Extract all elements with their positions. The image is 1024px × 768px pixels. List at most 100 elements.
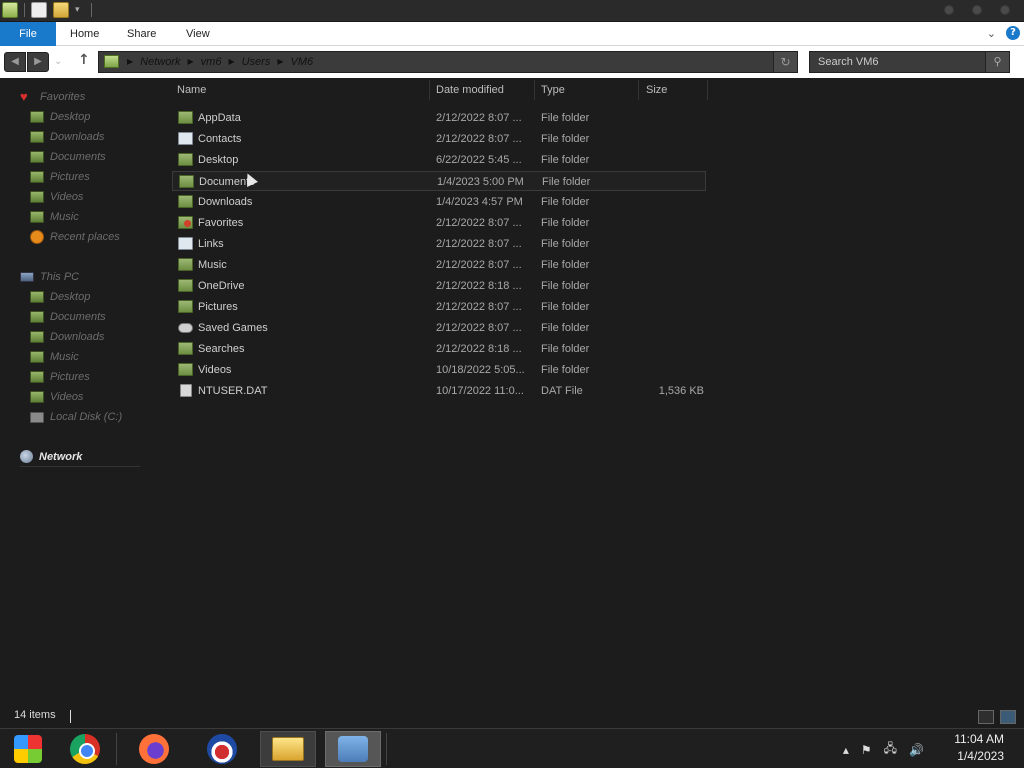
address-bar[interactable]: ▶ Network ▶ vm6 ▶ Users ▶ VM6 ↻ [98,51,798,73]
clock[interactable]: 11:04 AM 1/4/2023 [954,731,1004,765]
sidebar-item-this-pc[interactable]: This PC [20,267,79,287]
sidebar-item-pc-pictures[interactable]: Pictures [30,367,90,387]
downloads-icon [178,195,193,208]
forward-button[interactable]: ▶ [27,52,49,72]
volume-icon[interactable]: 🔊 [909,743,924,757]
tab-share[interactable]: Share [127,22,156,46]
recent-locations-icon[interactable]: ⌄ [54,56,62,67]
sidebar-item-pictures[interactable]: Pictures [30,167,90,187]
chevron-right-icon[interactable]: ▶ [228,52,234,72]
breadcrumb-vm6[interactable]: vm6 [201,52,222,72]
sidebar-item-label: Videos [50,191,84,203]
favorites-icon [178,216,193,229]
tab-file[interactable]: File [0,22,56,46]
file-icon [180,384,192,397]
column-divider[interactable] [429,80,430,100]
folder-icon[interactable] [2,2,18,18]
windows-logo-icon [14,735,42,763]
table-row[interactable]: Videos 10/18/2022 5:05... File folder [172,360,706,380]
flag-icon[interactable]: ⚑ [861,743,872,757]
sidebar-item-pc-videos[interactable]: Videos [30,387,83,407]
search-input[interactable]: Search VM6 [818,52,879,72]
table-row[interactable]: Links 2/12/2022 8:07 ... File folder [172,234,706,254]
details-view-icon[interactable] [978,710,994,724]
table-row[interactable]: Downloads 1/4/2023 4:57 PM File folder [172,192,706,212]
properties-icon[interactable] [31,2,47,18]
table-row[interactable]: Desktop 6/22/2022 5:45 ... File folder [172,150,706,170]
taskbar-chrome[interactable] [57,731,113,767]
sidebar-item-documents[interactable]: Documents [30,147,106,167]
column-divider[interactable] [534,80,535,100]
back-button[interactable]: ◀ [4,52,26,72]
contacts-icon [178,132,193,145]
network-status-icon[interactable]: 🖧 [884,739,897,760]
column-header-type[interactable]: Type [541,80,565,100]
table-row[interactable]: Searches 2/12/2022 8:18 ... File folder [172,339,706,359]
column-header-size[interactable]: Size [646,80,667,100]
taskbar-file-explorer[interactable] [260,731,316,767]
search-box[interactable]: Search VM6 ⚲ [809,51,1010,73]
column-divider[interactable] [638,80,639,100]
sidebar-item-label: Pictures [50,171,90,183]
file-date: 2/12/2022 8:07 ... [436,322,522,334]
file-size [646,108,704,128]
file-size [646,339,704,359]
tab-home[interactable]: Home [70,22,99,46]
sidebar-item-pc-music[interactable]: Music [30,347,79,367]
file-name: Links [198,238,224,250]
new-folder-icon[interactable] [53,2,69,18]
file-size [646,360,704,380]
up-arrow-icon[interactable]: ↑ [78,52,90,68]
breadcrumb-network[interactable]: Network [140,52,180,72]
column-divider[interactable] [707,80,708,100]
large-icons-view-icon[interactable] [1000,710,1016,724]
minimize-button[interactable] [944,5,954,15]
sidebar-item-pc-downloads[interactable]: Downloads [30,327,104,347]
column-header-date[interactable]: Date modified [436,80,504,100]
sidebar-item-pc-desktop[interactable]: Desktop [30,287,90,307]
customize-toolbar-dropdown-icon[interactable]: ▾ [75,5,85,15]
sidebar-item-local-disk[interactable]: Local Disk (C:) [30,407,122,427]
table-row[interactable]: Music 2/12/2022 8:07 ... File folder [172,255,706,275]
sidebar-item-videos[interactable]: Videos [30,187,83,207]
table-row[interactable]: AppData 2/12/2022 8:07 ... File folder [172,108,706,128]
close-button[interactable] [1000,5,1010,15]
breadcrumb-vm6-user[interactable]: VM6 [290,52,313,72]
sidebar-item-downloads[interactable]: Downloads [30,127,104,147]
table-row[interactable]: Pictures 2/12/2022 8:07 ... File folder [172,297,706,317]
taskbar-firefox[interactable] [126,731,182,767]
start-button[interactable] [0,731,56,767]
firefox-icon [139,734,169,764]
sidebar-item-desktop[interactable]: Desktop [30,107,90,127]
sidebar-item-music[interactable]: Music [30,207,79,227]
table-row[interactable]: Saved Games 2/12/2022 8:07 ... File fold… [172,318,706,338]
tab-view[interactable]: View [186,22,210,46]
file-type: DAT File [541,385,583,397]
table-row[interactable]: Favorites 2/12/2022 8:07 ... File folder [172,213,706,233]
file-type: File folder [541,343,590,355]
table-row[interactable]: NTUSER.DAT 10/17/2022 11:0... DAT File 1… [172,381,706,401]
help-icon[interactable]: ? [1006,26,1020,40]
sidebar-item-recent-places[interactable]: Recent places [30,227,120,247]
expand-ribbon-icon[interactable]: ⌄ [987,27,996,40]
taskbar-people[interactable] [325,731,381,767]
refresh-icon[interactable]: ↻ [773,52,797,72]
sidebar-item-label: Documents [50,151,106,163]
system-tray: ▴ ⚑ 🖧 🔊 [843,739,924,760]
sidebar-item-favorites[interactable]: ♥ Favorites [20,87,85,107]
chevron-right-icon[interactable]: ▶ [188,52,194,72]
table-row[interactable]: Contacts 2/12/2022 8:07 ... File folder [172,129,706,149]
table-row[interactable]: OneDrive 2/12/2022 8:18 ... File folder [172,276,706,296]
sidebar-item-pc-documents[interactable]: Documents [30,307,106,327]
sidebar-item-network[interactable]: Network [20,447,140,467]
column-header-name[interactable]: Name [177,80,206,100]
sidebar-item-label: Videos [50,391,84,403]
taskbar-app[interactable] [194,731,250,767]
chevron-right-icon[interactable]: ▶ [127,52,133,72]
maximize-button[interactable] [972,5,982,15]
show-hidden-icons-icon[interactable]: ▴ [843,743,849,757]
breadcrumb-users[interactable]: Users [242,52,271,72]
chevron-right-icon[interactable]: ▶ [277,52,283,72]
sidebar-item-label: Recent places [50,231,120,243]
search-icon[interactable]: ⚲ [985,52,1009,72]
